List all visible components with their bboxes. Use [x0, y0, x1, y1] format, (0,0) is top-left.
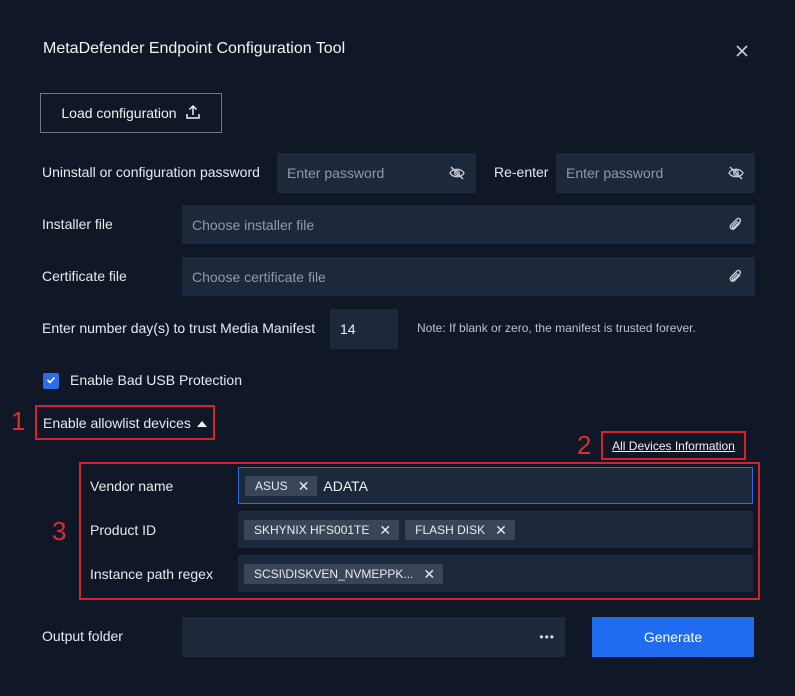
upload-icon: [185, 104, 201, 123]
vendor-tag: ASUS ✕: [245, 475, 318, 496]
generate-button[interactable]: Generate: [592, 617, 754, 657]
product-tag-label: FLASH DISK: [415, 522, 486, 537]
manifest-days-value: 14: [340, 321, 356, 337]
close-icon[interactable]: [733, 42, 751, 60]
vendor-label: Vendor name: [90, 478, 174, 494]
product-tag: FLASH DISK ✕: [405, 519, 515, 540]
close-icon[interactable]: ✕: [495, 523, 507, 537]
reenter-password-input[interactable]: Enter password: [556, 153, 755, 193]
manifest-days-input[interactable]: 14: [330, 309, 398, 349]
output-label: Output folder: [42, 628, 123, 644]
vendor-tag-label: ASUS: [255, 478, 288, 493]
all-devices-link[interactable]: All Devices Information: [612, 439, 735, 453]
all-devices-box: All Devices Information: [601, 431, 746, 460]
paperclip-icon[interactable]: [727, 268, 745, 286]
product-tag: SKHYNIX HFS001TE ✕: [244, 519, 400, 540]
certificate-file-input[interactable]: Choose certificate file: [182, 257, 755, 296]
paperclip-icon[interactable]: [727, 216, 745, 234]
certificate-label: Certificate file: [42, 268, 127, 284]
output-folder-input[interactable]: •••: [182, 617, 565, 657]
allowlist-label: Enable allowlist devices: [43, 414, 191, 431]
close-icon[interactable]: ✕: [379, 523, 391, 537]
password-label: Uninstall or configuration password: [42, 164, 260, 180]
vendor-tag-input[interactable]: ASUS ✕ ADATA: [238, 467, 753, 504]
instance-tag-input[interactable]: SCSI\DISKVEN_NVMEPPK... ✕: [238, 555, 753, 592]
instance-tag: SCSI\DISKVEN_NVMEPPK... ✕: [244, 563, 444, 584]
generate-label: Generate: [643, 629, 703, 645]
instance-label: Instance path regex: [90, 566, 213, 582]
allowlist-toggle[interactable]: Enable allowlist devices: [35, 405, 215, 440]
close-icon[interactable]: ✕: [423, 567, 435, 581]
more-options-icon[interactable]: •••: [539, 630, 555, 644]
close-icon[interactable]: ✕: [298, 479, 310, 493]
instance-tag-label: SCSI\DISKVEN_NVMEPPK...: [254, 566, 414, 581]
eye-off-icon[interactable]: [727, 164, 745, 182]
window-title: MetaDefender Endpoint Configuration Tool: [43, 40, 346, 57]
annotation-number-2: 2: [577, 430, 592, 460]
annotation-number-1: 1: [11, 406, 26, 436]
product-tag-label: SKHYNIX HFS001TE: [254, 522, 370, 537]
check-icon: [45, 373, 57, 389]
bad-usb-checkbox[interactable]: [43, 373, 59, 389]
reenter-placeholder: Enter password: [566, 165, 664, 181]
manifest-label: Enter number day(s) to trust Media Manif…: [42, 320, 316, 336]
password-placeholder: Enter password: [287, 165, 385, 181]
vendor-input-value: ADATA: [323, 477, 369, 494]
load-configuration-label: Load configuration: [61, 105, 177, 121]
product-tag-input[interactable]: SKHYNIX HFS001TE ✕ FLASH DISK ✕: [238, 511, 753, 548]
eye-off-icon[interactable]: [448, 164, 466, 182]
load-configuration-button[interactable]: Load configuration: [40, 93, 222, 133]
annotation-number-3: 3: [52, 516, 67, 546]
product-label: Product ID: [90, 522, 157, 538]
certificate-placeholder: Choose certificate file: [192, 268, 326, 285]
password-input[interactable]: Enter password: [277, 153, 476, 193]
installer-label: Installer file: [42, 216, 113, 232]
manifest-note: Note: If blank or zero, the manifest is …: [417, 321, 696, 335]
installer-file-input[interactable]: Choose installer file: [182, 205, 755, 244]
bad-usb-label: Enable Bad USB Protection: [70, 372, 242, 388]
caret-up-icon: [196, 415, 207, 431]
installer-placeholder: Choose installer file: [192, 216, 315, 233]
reenter-label: Re-enter: [494, 164, 549, 180]
